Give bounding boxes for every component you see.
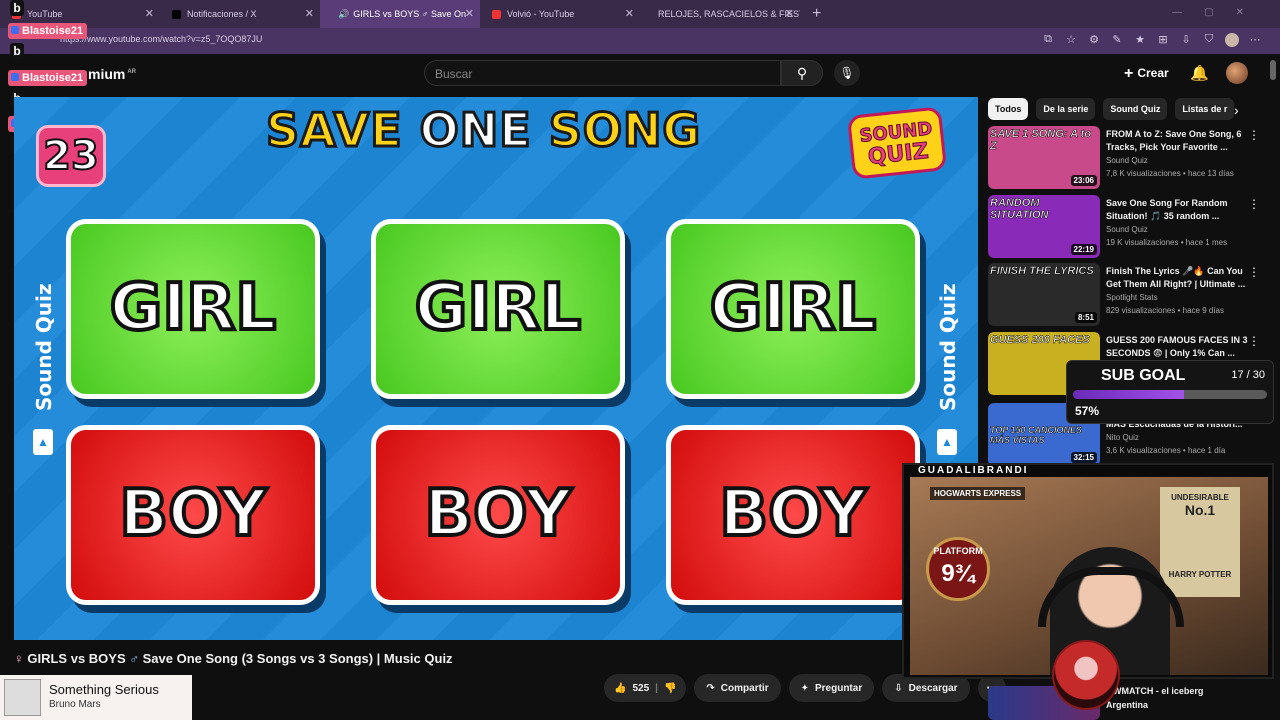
boy-card-3: BOY bbox=[666, 425, 920, 605]
sub-goal-count: 17 / 30 bbox=[1231, 369, 1265, 381]
list-item[interactable]: RANDOM SITUATION 22:19 Save One Song For … bbox=[988, 195, 1268, 259]
youtube-header: mium AR Buscar ⚲ 🎙 + Crear 🔔 bbox=[0, 54, 1280, 96]
video-player[interactable]: SAVE ONE SONG 23 SOUND QUIZ Sound Quiz S… bbox=[14, 97, 978, 640]
video-title: ♀ GIRLS vs BOYS ♂ Save One Song (3 Songs… bbox=[14, 651, 453, 666]
account-avatar[interactable] bbox=[1226, 62, 1248, 84]
more-vert-icon[interactable]: ⋮ bbox=[1248, 128, 1260, 142]
shield-icon[interactable]: ⛉ bbox=[1202, 33, 1216, 47]
girl-card-2: GIRL bbox=[371, 219, 625, 399]
search-input[interactable]: Buscar bbox=[424, 60, 781, 86]
sub-goal-title: SUB GOAL bbox=[1101, 367, 1186, 384]
video-thumbnail[interactable]: RANDOM SITUATION 22:19 bbox=[988, 195, 1100, 258]
ask-button[interactable]: ✦ Preguntar bbox=[788, 674, 875, 702]
male-sign-icon: ♂ bbox=[129, 651, 139, 666]
video-thumbnail[interactable]: FINISH THE LYRICS 8:51 bbox=[988, 263, 1100, 326]
sub-goal-progress bbox=[1073, 390, 1267, 399]
thumbs-down-icon[interactable]: 👎 bbox=[664, 683, 676, 694]
close-icon[interactable]: ✕ bbox=[305, 7, 314, 20]
more-vert-icon[interactable]: ⋮ bbox=[1248, 197, 1260, 211]
like-button[interactable]: 👍 525 | 👎 bbox=[604, 674, 687, 702]
menu-icon[interactable]: ⋯ bbox=[1248, 33, 1262, 47]
tab-notifications-x[interactable]: Notificaciones / X ✕ bbox=[160, 0, 320, 28]
thumbs-up-icon: 👍 bbox=[614, 682, 627, 694]
song-title: Something Serious bbox=[49, 682, 159, 697]
girl-card-1: GIRL bbox=[66, 219, 320, 399]
collections-icon[interactable]: ⊞ bbox=[1156, 33, 1170, 47]
video-headline: SAVE ONE SONG bbox=[265, 102, 702, 159]
list-item[interactable]: SAVE 1 SONG: A to Z 23:06 FROM A to Z: Sa… bbox=[988, 126, 1268, 190]
youtube-logo[interactable]: mium AR bbox=[88, 66, 136, 82]
close-icon[interactable]: ✕ bbox=[625, 7, 634, 20]
hogwarts-sign: HOGWARTS EXPRESS bbox=[930, 487, 1026, 500]
play-icon: ▲ bbox=[937, 429, 957, 455]
address-bar: https://www.youtube.com/watch?v=z5_7OQO8… bbox=[0, 28, 1280, 54]
video-thumbnail[interactable]: SAVE 1 SONG: A to Z 23:06 bbox=[988, 126, 1100, 189]
chat-badge: b bbox=[10, 43, 24, 59]
side-label-right: Sound Quiz bbox=[936, 283, 960, 411]
chip-series[interactable]: De la serie bbox=[1036, 98, 1096, 120]
chevron-right-icon[interactable]: › bbox=[1234, 102, 1239, 118]
play-icon: ▲ bbox=[33, 429, 53, 455]
chat-username: Blastoise21 bbox=[8, 70, 88, 86]
sound-quiz-logo: SOUND QUIZ bbox=[846, 106, 948, 180]
chip-all[interactable]: Todos bbox=[988, 98, 1029, 120]
list-item[interactable]: OWMATCH - el iceberg Argentina bbox=[988, 686, 1268, 720]
more-vert-icon[interactable]: ⋮ bbox=[1248, 265, 1260, 279]
question-counter: 23 bbox=[36, 125, 106, 187]
list-item[interactable]: FINISH THE LYRICS 8:51 Finish The Lyrics … bbox=[988, 263, 1268, 327]
chip-sound-quiz[interactable]: Sound Quiz bbox=[1103, 98, 1168, 120]
profile-avatar[interactable] bbox=[1225, 33, 1239, 47]
girl-card-3: GIRL bbox=[666, 219, 920, 399]
new-tab-button[interactable]: + bbox=[812, 5, 821, 23]
speaker-icon[interactable]: 🔊 bbox=[338, 9, 349, 20]
platform-sign: PLATFORM 9¾ bbox=[926, 537, 990, 601]
create-button[interactable]: + Crear bbox=[1124, 65, 1169, 83]
favorites-icon[interactable]: ★ bbox=[1133, 33, 1147, 47]
sparkle-icon: ✦ bbox=[800, 682, 809, 694]
extension-icon[interactable]: ⚙ bbox=[1087, 33, 1101, 47]
browser-tab-bar: YouTube ✕ Notificaciones / X ✕ 🔊 GIRLS vs B… bbox=[0, 0, 1280, 28]
plus-icon: + bbox=[1124, 65, 1134, 82]
chip-playlists[interactable]: Listas de r bbox=[1175, 98, 1235, 120]
female-sign-icon: ♀ bbox=[14, 651, 24, 666]
edit-icon[interactable]: ✎ bbox=[1110, 33, 1124, 47]
bookmark-icon[interactable]: ☆ bbox=[1064, 33, 1078, 47]
tab-volvio[interactable]: Volvió - YouTube ✕ bbox=[480, 0, 640, 28]
close-icon[interactable]: ✕ bbox=[785, 7, 794, 20]
filter-chips: Todos De la serie Sound Quiz Listas de r bbox=[988, 98, 1235, 120]
close-icon[interactable]: ✕ bbox=[465, 7, 474, 20]
chat-username: Blastoise21 bbox=[8, 23, 88, 39]
now-playing-widget: Something Serious Bruno Mars bbox=[0, 675, 192, 720]
tab-current-video[interactable]: 🔊 GIRLS vs BOYS ♂ Save On ✕ bbox=[320, 0, 480, 28]
search-icon[interactable]: ⚲ bbox=[781, 60, 823, 86]
window-controls[interactable]: —▢✕ bbox=[1172, 7, 1266, 18]
x-icon bbox=[172, 9, 181, 19]
boy-card-2: BOY bbox=[371, 425, 625, 605]
url-field[interactable]: https://www.youtube.com/watch?v=z5_7OQO8… bbox=[60, 34, 262, 44]
streamer-avatar bbox=[1052, 640, 1120, 710]
browser-toolbar: ⧉ ☆ ⚙ ✎ ★ ⊞ ⇩ ⛉ ⋯ bbox=[1041, 33, 1262, 47]
side-label-left: Sound Quiz bbox=[32, 283, 56, 411]
sub-goal-progress-fill bbox=[1073, 390, 1184, 399]
sub-goal-percent: 57% bbox=[1075, 404, 1100, 418]
tab-relojes[interactable]: RELOJES, RASCACIELOS & FIESTAS✕ bbox=[640, 0, 800, 28]
scrollbar[interactable] bbox=[1270, 60, 1276, 80]
wanted-poster: UNDESIRABLE No.1 HARRY POTTER bbox=[1160, 487, 1240, 597]
song-artist: Bruno Mars bbox=[49, 699, 101, 710]
share-button[interactable]: ↷ Compartir bbox=[694, 674, 781, 702]
sub-goal-widget: SUB GOAL 17 / 30 57% bbox=[1066, 360, 1274, 424]
bell-icon[interactable]: 🔔 bbox=[1190, 64, 1209, 82]
close-icon[interactable]: ✕ bbox=[145, 7, 154, 20]
share-icon: ↷ bbox=[706, 682, 715, 694]
album-art bbox=[4, 679, 41, 716]
more-vert-icon[interactable]: ⋮ bbox=[1248, 334, 1260, 348]
chat-badge: b bbox=[10, 0, 24, 16]
install-icon[interactable]: ⧉ bbox=[1041, 33, 1055, 47]
youtube-icon bbox=[492, 9, 501, 19]
download-icon[interactable]: ⇩ bbox=[1179, 33, 1193, 47]
microphone-icon[interactable]: 🎙 bbox=[834, 60, 860, 86]
boy-card-1: BOY bbox=[66, 425, 320, 605]
streamer-name: GUADALIBRANDI bbox=[918, 465, 1029, 476]
download-icon: ⇩ bbox=[894, 682, 903, 694]
